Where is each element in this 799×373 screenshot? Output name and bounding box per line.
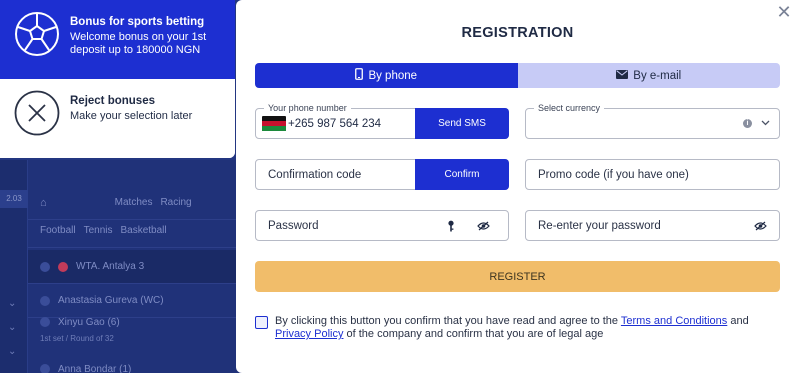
consent-text-start: By clicking this button you confirm that… xyxy=(275,315,621,327)
password-input[interactable] xyxy=(268,219,438,232)
terms-consent-text: By clicking this button you confirm that… xyxy=(275,315,780,341)
background-league-row: WTA. Antalya 3 xyxy=(28,250,238,284)
background-sport-tab: Basketball xyxy=(120,225,167,236)
background-player-name: Xinyu Gao (6) xyxy=(58,316,120,328)
bonus-panel: Bonus for sports betting Welcome bonus o… xyxy=(0,0,235,158)
registration-method-tabs: By phone By e-mail xyxy=(255,63,780,88)
phone-field: Your phone number Send SMS xyxy=(255,102,509,139)
sports-bonus-option[interactable]: Bonus for sports betting Welcome bonus o… xyxy=(0,0,235,79)
eye-slash-icon[interactable] xyxy=(476,221,490,231)
currency-select-label: Select currency xyxy=(534,102,605,114)
reject-bonus-title: Reject bonuses xyxy=(70,95,155,107)
tab-by-phone[interactable]: By phone xyxy=(255,63,518,88)
player-icon xyxy=(40,364,50,373)
consent-text-end: of the company and confirm that you are … xyxy=(343,328,604,340)
tab-by-email[interactable]: By e-mail xyxy=(517,63,780,88)
terms-checkbox[interactable] xyxy=(255,316,268,329)
repeat-password-input[interactable] xyxy=(538,219,738,232)
promo-code-input[interactable] xyxy=(538,168,768,181)
background-league-name: WTA. Antalya 3 xyxy=(76,261,145,272)
terms-consent: By clicking this button you confirm that… xyxy=(255,315,780,341)
background-sport-tab: Football xyxy=(40,225,76,236)
confirmation-code-field: Confirm xyxy=(255,159,509,190)
eye-slash-icon[interactable] xyxy=(753,221,767,231)
background-nav-tab: Matches xyxy=(114,197,153,208)
reject-bonus-option[interactable]: Reject bonuses Make your selection later xyxy=(0,79,235,158)
background-nav-tab: Racing xyxy=(160,197,192,208)
promo-code-field xyxy=(525,159,780,190)
chevron-down-icon: ⌄ xyxy=(8,298,17,309)
x-circle-icon xyxy=(14,90,60,136)
key-icon[interactable] xyxy=(444,220,458,232)
envelope-icon xyxy=(616,69,629,82)
player-icon xyxy=(40,317,50,327)
registration-modal: ✕ REGISTRATION By phone By e-mail Your p… xyxy=(236,0,799,373)
sports-bonus-title: Bonus for sports betting xyxy=(70,16,205,28)
background-round-info: 1st set / Round of 32 xyxy=(40,334,114,343)
modal-title: REGISTRATION xyxy=(461,25,574,41)
background-player-row: Anna Bondar (1) xyxy=(28,352,238,373)
malawi-flag-icon[interactable] xyxy=(262,115,286,132)
send-sms-button[interactable]: Send SMS xyxy=(415,108,509,139)
player-icon xyxy=(40,295,50,306)
tab-by-phone-label: By phone xyxy=(368,69,418,82)
sports-bonus-description: Welcome bonus on your 1st deposit up to … xyxy=(70,31,207,56)
confirm-button[interactable]: Confirm xyxy=(415,159,509,190)
chevron-down-icon xyxy=(761,118,770,129)
repeat-password-field xyxy=(525,210,780,241)
background-odds-value: 2.03 xyxy=(0,190,28,208)
currency-select[interactable]: Select currency i xyxy=(525,102,780,139)
phone-icon xyxy=(355,68,364,83)
phone-input[interactable] xyxy=(288,117,388,130)
consent-text-and: and xyxy=(727,315,749,327)
terms-link[interactable]: Terms and Conditions xyxy=(621,315,727,327)
background-sport-tab: Tennis xyxy=(83,225,113,236)
chevron-down-icon: ⌄ xyxy=(8,346,17,357)
confirmation-code-input[interactable] xyxy=(268,168,408,181)
soccer-ball-icon xyxy=(14,11,60,57)
league-icon xyxy=(40,261,50,272)
close-icon[interactable]: ✕ xyxy=(775,3,793,22)
register-button[interactable]: REGISTER xyxy=(255,261,780,292)
flag-icon xyxy=(58,261,68,272)
chevron-down-icon: ⌄ xyxy=(8,322,17,333)
background-sport-row: Football Tennis Basketball xyxy=(28,214,238,248)
info-icon[interactable]: i xyxy=(743,119,752,128)
home-icon: ⌂ xyxy=(40,196,47,209)
privacy-policy-link[interactable]: Privacy Policy xyxy=(275,328,343,340)
phone-field-label: Your phone number xyxy=(264,102,351,114)
password-field xyxy=(255,210,509,241)
background-player-name: Anna Bondar (1) xyxy=(58,363,132,373)
reject-bonus-description: Make your selection later xyxy=(70,110,193,122)
tab-by-email-label: By e-mail xyxy=(633,69,682,82)
